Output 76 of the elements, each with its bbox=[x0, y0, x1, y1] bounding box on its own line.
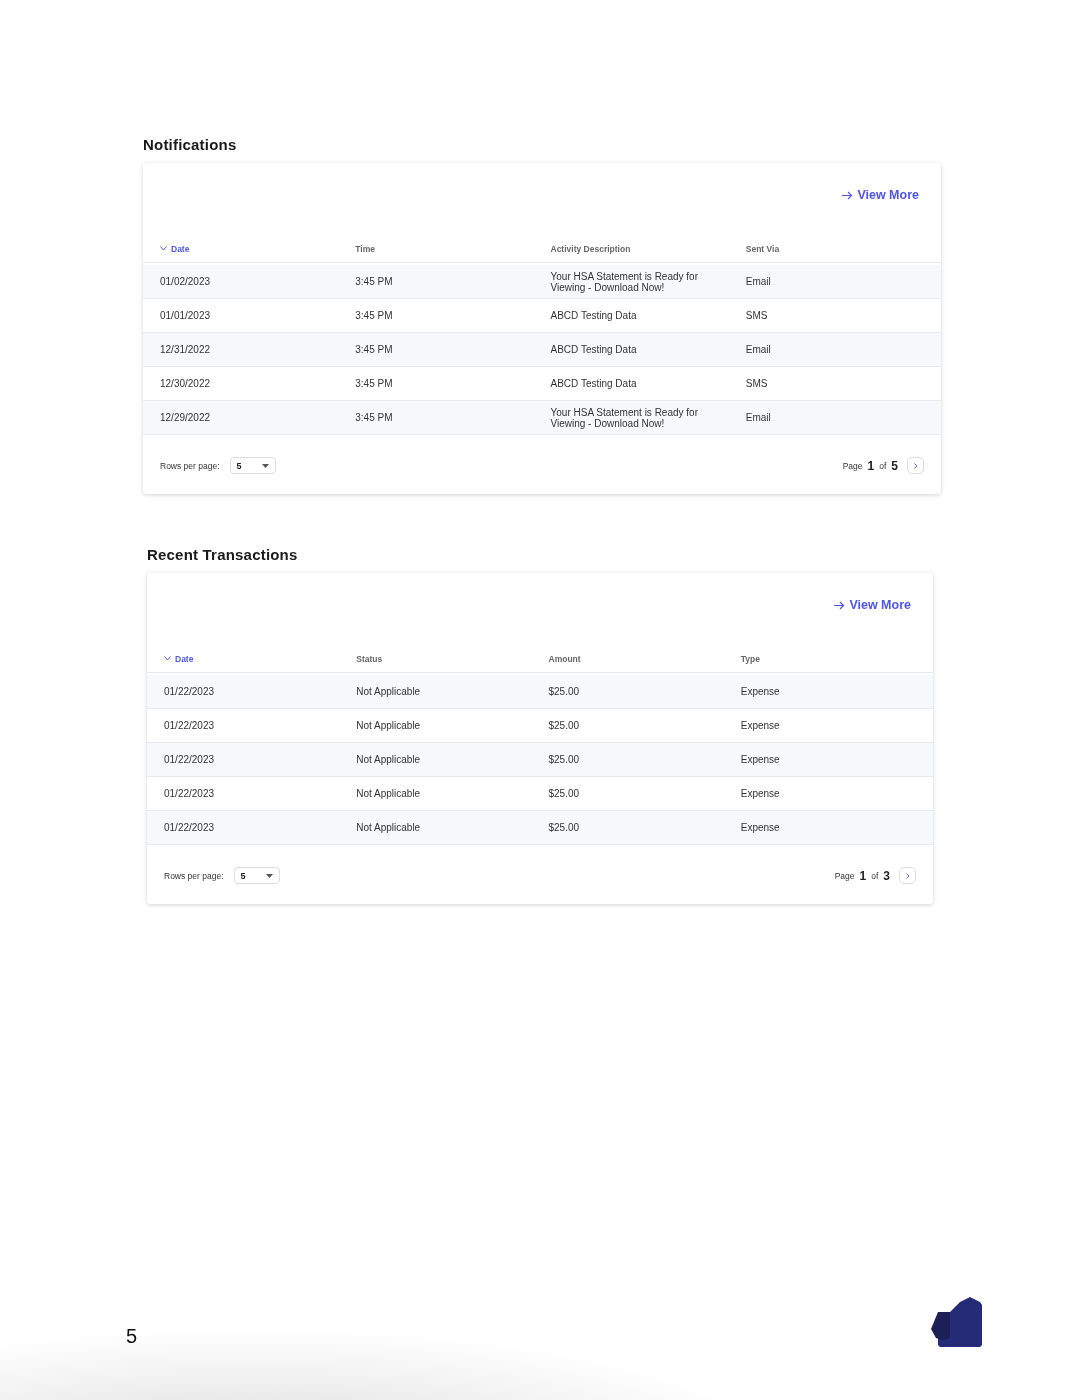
table-cell: Expense bbox=[740, 720, 780, 731]
total-pages: 5 bbox=[891, 458, 898, 473]
table-cell: $25.00 bbox=[548, 686, 580, 697]
table-cell: Expense bbox=[740, 754, 780, 765]
table-cell: Not Applicable bbox=[356, 754, 421, 765]
table-cell: 3:45 PM bbox=[355, 344, 393, 355]
table-cell: ABCD Testing Data bbox=[550, 378, 637, 389]
column-header[interactable]: Type bbox=[740, 653, 760, 664]
table-cell-text: Your HSA Statement is Ready for Viewing - Download Now! bbox=[550, 270, 699, 293]
table-cell: $25.00 bbox=[548, 754, 580, 765]
table-cell: 3:45 PM bbox=[355, 412, 393, 423]
section-title: Recent Transactions bbox=[147, 546, 299, 563]
arrow-right-icon bbox=[842, 190, 854, 200]
column-header[interactable]: Time bbox=[355, 243, 375, 254]
table-cell: Not Applicable bbox=[356, 720, 421, 731]
table-cell: 3:45 PM bbox=[355, 310, 393, 321]
table-cell: 12/29/2022 bbox=[160, 412, 211, 423]
of-label: of bbox=[871, 870, 879, 881]
table-cell: $25.00 bbox=[548, 788, 580, 799]
rows-per-page-label: Rows per page: bbox=[164, 870, 224, 881]
view-more-link[interactable]: View More bbox=[842, 185, 919, 205]
table-cell: ABCD Testing Data bbox=[550, 344, 637, 355]
current-page: 1 bbox=[867, 458, 875, 473]
caret-icon bbox=[261, 463, 269, 468]
table-cell: 01/22/2023 bbox=[164, 754, 215, 765]
table-cell: Email bbox=[745, 412, 771, 423]
view-more-link[interactable]: View More bbox=[834, 595, 911, 615]
table-cell: $25.00 bbox=[548, 720, 580, 731]
table-cell: 3:45 PM bbox=[355, 378, 393, 389]
table-cell-text: Your HSA Statement is Ready for Viewing - Download Now! bbox=[550, 406, 699, 429]
table-cell: 01/22/2023 bbox=[164, 686, 215, 697]
table-cell: Not Applicable bbox=[356, 686, 421, 697]
next-page-button[interactable] bbox=[907, 457, 924, 474]
table-cell: 01/02/2023 bbox=[160, 276, 211, 287]
current-page: 1 bbox=[859, 868, 867, 883]
chevron-right-icon bbox=[905, 872, 910, 879]
arrow-right-icon bbox=[834, 600, 846, 610]
rows-per-page-select[interactable]: 5 bbox=[229, 457, 276, 474]
table-cell: 3:45 PM bbox=[355, 276, 393, 287]
column-header[interactable]: Activity Description bbox=[550, 243, 631, 254]
table-cell: Expense bbox=[740, 686, 780, 697]
page-number: 5 bbox=[126, 1325, 138, 1348]
table-cell: 12/30/2022 bbox=[160, 378, 211, 389]
table-cell: Expense bbox=[740, 822, 780, 833]
table-cell: Email bbox=[745, 344, 771, 355]
table-cell: 01/01/2023 bbox=[160, 310, 211, 321]
table-cell: Expense bbox=[740, 788, 780, 799]
table-cell: 12/31/2022 bbox=[160, 344, 211, 355]
column-header[interactable]: Date bbox=[164, 653, 194, 664]
chevron-down-icon bbox=[164, 656, 171, 661]
table-cell: ABCD Testing Data bbox=[550, 310, 637, 321]
table-cell: SMS bbox=[745, 310, 768, 321]
of-label: of bbox=[879, 460, 887, 471]
caret-icon bbox=[265, 873, 273, 878]
chevron-down-icon bbox=[160, 246, 167, 251]
rows-per-page-label: Rows per page: bbox=[160, 460, 220, 471]
column-header[interactable]: Status bbox=[356, 653, 383, 664]
column-header[interactable]: Amount bbox=[548, 653, 581, 664]
table-cell: SMS bbox=[745, 378, 768, 389]
section-title: Notifications bbox=[143, 136, 238, 153]
table-cell: $25.00 bbox=[548, 822, 580, 833]
table-cell: 01/22/2023 bbox=[164, 720, 215, 731]
table-cell: 01/22/2023 bbox=[164, 788, 215, 799]
next-page-button[interactable] bbox=[899, 867, 916, 884]
column-header[interactable]: Date bbox=[160, 243, 190, 254]
rows-per-page-select[interactable]: 5 bbox=[233, 867, 280, 884]
page-label: Page bbox=[842, 460, 863, 471]
table-cell: 01/22/2023 bbox=[164, 822, 215, 833]
chevron-right-icon bbox=[913, 462, 918, 469]
table-cell: Not Applicable bbox=[356, 822, 421, 833]
table-cell: Not Applicable bbox=[356, 788, 421, 799]
table-cell: Email bbox=[745, 276, 771, 287]
page-label: Page bbox=[834, 870, 855, 881]
column-header[interactable]: Sent Via bbox=[745, 243, 780, 254]
logo-icon bbox=[930, 1296, 982, 1348]
total-pages: 3 bbox=[883, 868, 890, 883]
